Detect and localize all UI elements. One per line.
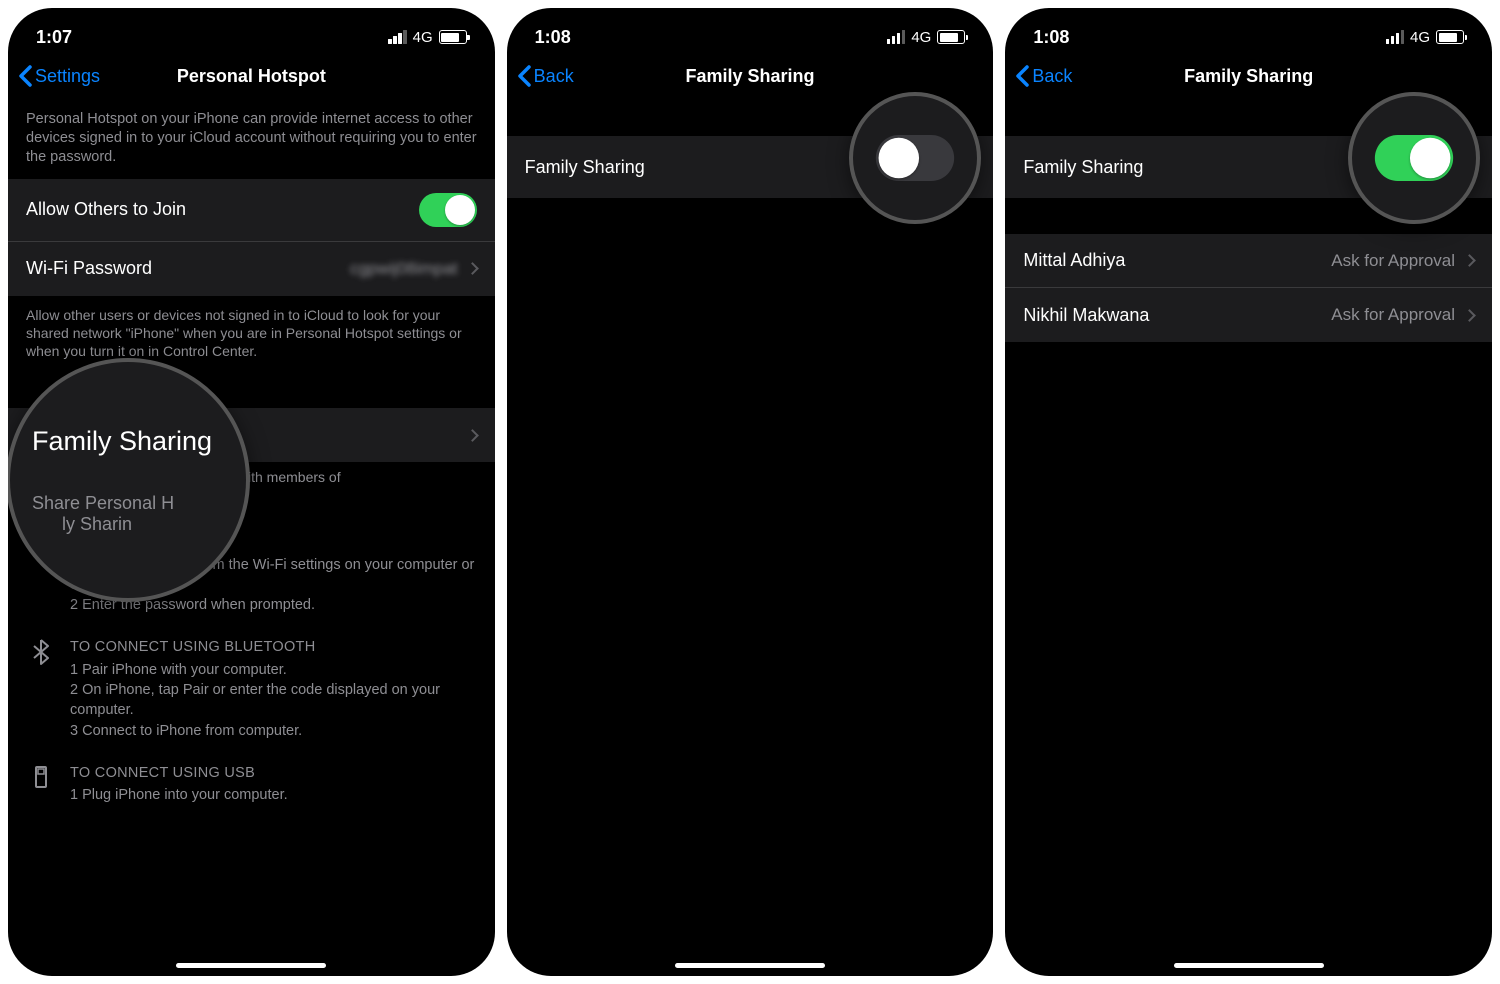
row-label: Family Sharing bbox=[525, 157, 918, 178]
chevron-left-icon bbox=[517, 65, 531, 87]
row-member[interactable]: Nikhil Makwana Ask for Approval bbox=[1005, 288, 1492, 342]
battery-icon bbox=[1436, 30, 1464, 44]
content: Family Sharing bbox=[507, 100, 994, 976]
nav-title: Family Sharing bbox=[507, 66, 994, 87]
section-description: Personal Hotspot on your iPhone can prov… bbox=[8, 100, 495, 179]
network-label: 4G bbox=[911, 29, 931, 46]
row-allow-others[interactable]: Allow Others to Join bbox=[8, 179, 495, 242]
status-bar: 1:08 4G bbox=[1005, 8, 1492, 52]
status-time: 1:07 bbox=[36, 27, 72, 48]
instruct-title: TO CONNECT USING BLUETOOTH bbox=[70, 637, 477, 657]
cell-group-family: Family Sharing bbox=[8, 408, 495, 462]
content: Personal Hotspot on your iPhone can prov… bbox=[8, 100, 495, 976]
toggle-allow-others[interactable] bbox=[419, 193, 477, 227]
status-bar: 1:07 4G bbox=[8, 8, 495, 52]
cell-group-family-toggle: Family Sharing bbox=[507, 136, 994, 198]
member-status: Ask for Approval bbox=[1331, 305, 1455, 325]
wifi-icon bbox=[26, 532, 56, 615]
usb-icon bbox=[26, 763, 56, 806]
status-bar: 1:08 4G bbox=[507, 8, 994, 52]
instruct-title: NECT USING WI-FI bbox=[70, 532, 477, 552]
signal-icon bbox=[388, 30, 407, 44]
nav-title: Family Sharing bbox=[1005, 66, 1492, 87]
network-label: 4G bbox=[1410, 29, 1430, 46]
wifi-password-value: cgpwij08impat bbox=[350, 259, 458, 279]
network-label: 4G bbox=[413, 29, 433, 46]
toggle-family-sharing[interactable] bbox=[1416, 150, 1474, 184]
status-time: 1:08 bbox=[1033, 27, 1069, 48]
nav-bar: Back Family Sharing bbox=[1005, 52, 1492, 100]
back-button[interactable]: Back bbox=[517, 65, 574, 87]
row-wifi-password[interactable]: Wi-Fi Password cgpwij08impat bbox=[8, 242, 495, 296]
nav-bar: Back Family Sharing bbox=[507, 52, 994, 100]
chevron-right-icon bbox=[466, 429, 479, 442]
phone-3: 1:08 4G Back Family Sharing Family Shari… bbox=[1005, 8, 1492, 976]
chevron-left-icon bbox=[18, 65, 32, 87]
status-right: 4G bbox=[887, 29, 966, 46]
row-family-sharing-toggle[interactable]: Family Sharing bbox=[507, 136, 994, 198]
content: Family Sharing Mittal Adhiya Ask for App… bbox=[1005, 100, 1492, 976]
row-family-sharing-toggle[interactable]: Family Sharing bbox=[1005, 136, 1492, 198]
nav-bar: Settings Personal Hotspot bbox=[8, 52, 495, 100]
chevron-right-icon bbox=[1463, 309, 1476, 322]
back-button[interactable]: Back bbox=[1015, 65, 1072, 87]
chevron-left-icon bbox=[1015, 65, 1029, 87]
instruct-step: 2 Enter the password when prompted. bbox=[70, 595, 477, 615]
battery-icon bbox=[439, 30, 467, 44]
battery-icon bbox=[937, 30, 965, 44]
status-right: 4G bbox=[1386, 29, 1465, 46]
instruct-step: 2 On iPhone, tap Pair or enter the code … bbox=[70, 680, 477, 721]
cell-group-family-toggle: Family Sharing bbox=[1005, 136, 1492, 198]
phone-2: 1:08 4G Back Family Sharing Family Shari… bbox=[507, 8, 994, 976]
row-label: Allow Others to Join bbox=[26, 199, 419, 220]
chevron-right-icon bbox=[466, 262, 479, 275]
status-right: 4G bbox=[388, 29, 467, 46]
instruct-step: 3 Connect to iPhone from computer. bbox=[70, 721, 477, 741]
phone-1: 1:07 4G Settings Personal Hotspot Person… bbox=[8, 8, 495, 976]
section-description-partial: ith members of bbox=[8, 462, 495, 498]
row-label: Wi-Fi Password bbox=[26, 258, 350, 279]
instructions-wifi: NECT USING WI-FI 1 Choose "iPhone" from … bbox=[8, 524, 495, 629]
back-label: Back bbox=[1032, 66, 1072, 87]
section-description: Allow other users or devices not signed … bbox=[8, 296, 495, 373]
instruct-title: TO CONNECT USING USB bbox=[70, 763, 477, 783]
row-family-sharing[interactable]: Family Sharing bbox=[8, 408, 495, 462]
row-member[interactable]: Mittal Adhiya Ask for Approval bbox=[1005, 234, 1492, 288]
cell-group-hotspot: Allow Others to Join Wi-Fi Password cgpw… bbox=[8, 179, 495, 296]
member-name: Nikhil Makwana bbox=[1023, 305, 1331, 326]
instruct-step: 1 Plug iPhone into your computer. bbox=[70, 785, 477, 805]
instruct-step: 1 Choose "iPhone" from the Wi-Fi setting… bbox=[70, 555, 477, 596]
row-label: Family Sharing bbox=[1023, 157, 1416, 178]
home-indicator[interactable] bbox=[1174, 963, 1324, 968]
member-name: Mittal Adhiya bbox=[1023, 250, 1331, 271]
back-button[interactable]: Settings bbox=[18, 65, 100, 87]
signal-icon bbox=[1386, 30, 1405, 44]
signal-icon bbox=[887, 30, 906, 44]
home-indicator[interactable] bbox=[675, 963, 825, 968]
bluetooth-icon bbox=[26, 637, 56, 740]
home-indicator[interactable] bbox=[176, 963, 326, 968]
member-status: Ask for Approval bbox=[1331, 251, 1455, 271]
instructions-bluetooth: TO CONNECT USING BLUETOOTH 1 Pair iPhone… bbox=[8, 629, 495, 754]
status-time: 1:08 bbox=[535, 27, 571, 48]
toggle-family-sharing[interactable] bbox=[917, 150, 975, 184]
back-label: Settings bbox=[35, 66, 100, 87]
cell-group-members: Mittal Adhiya Ask for Approval Nikhil Ma… bbox=[1005, 234, 1492, 342]
instruct-step: 1 Pair iPhone with your computer. bbox=[70, 660, 477, 680]
row-label: Family Sharing bbox=[26, 425, 466, 446]
back-label: Back bbox=[534, 66, 574, 87]
instructions-usb: TO CONNECT USING USB 1 Plug iPhone into … bbox=[8, 755, 495, 820]
chevron-right-icon bbox=[1463, 254, 1476, 267]
